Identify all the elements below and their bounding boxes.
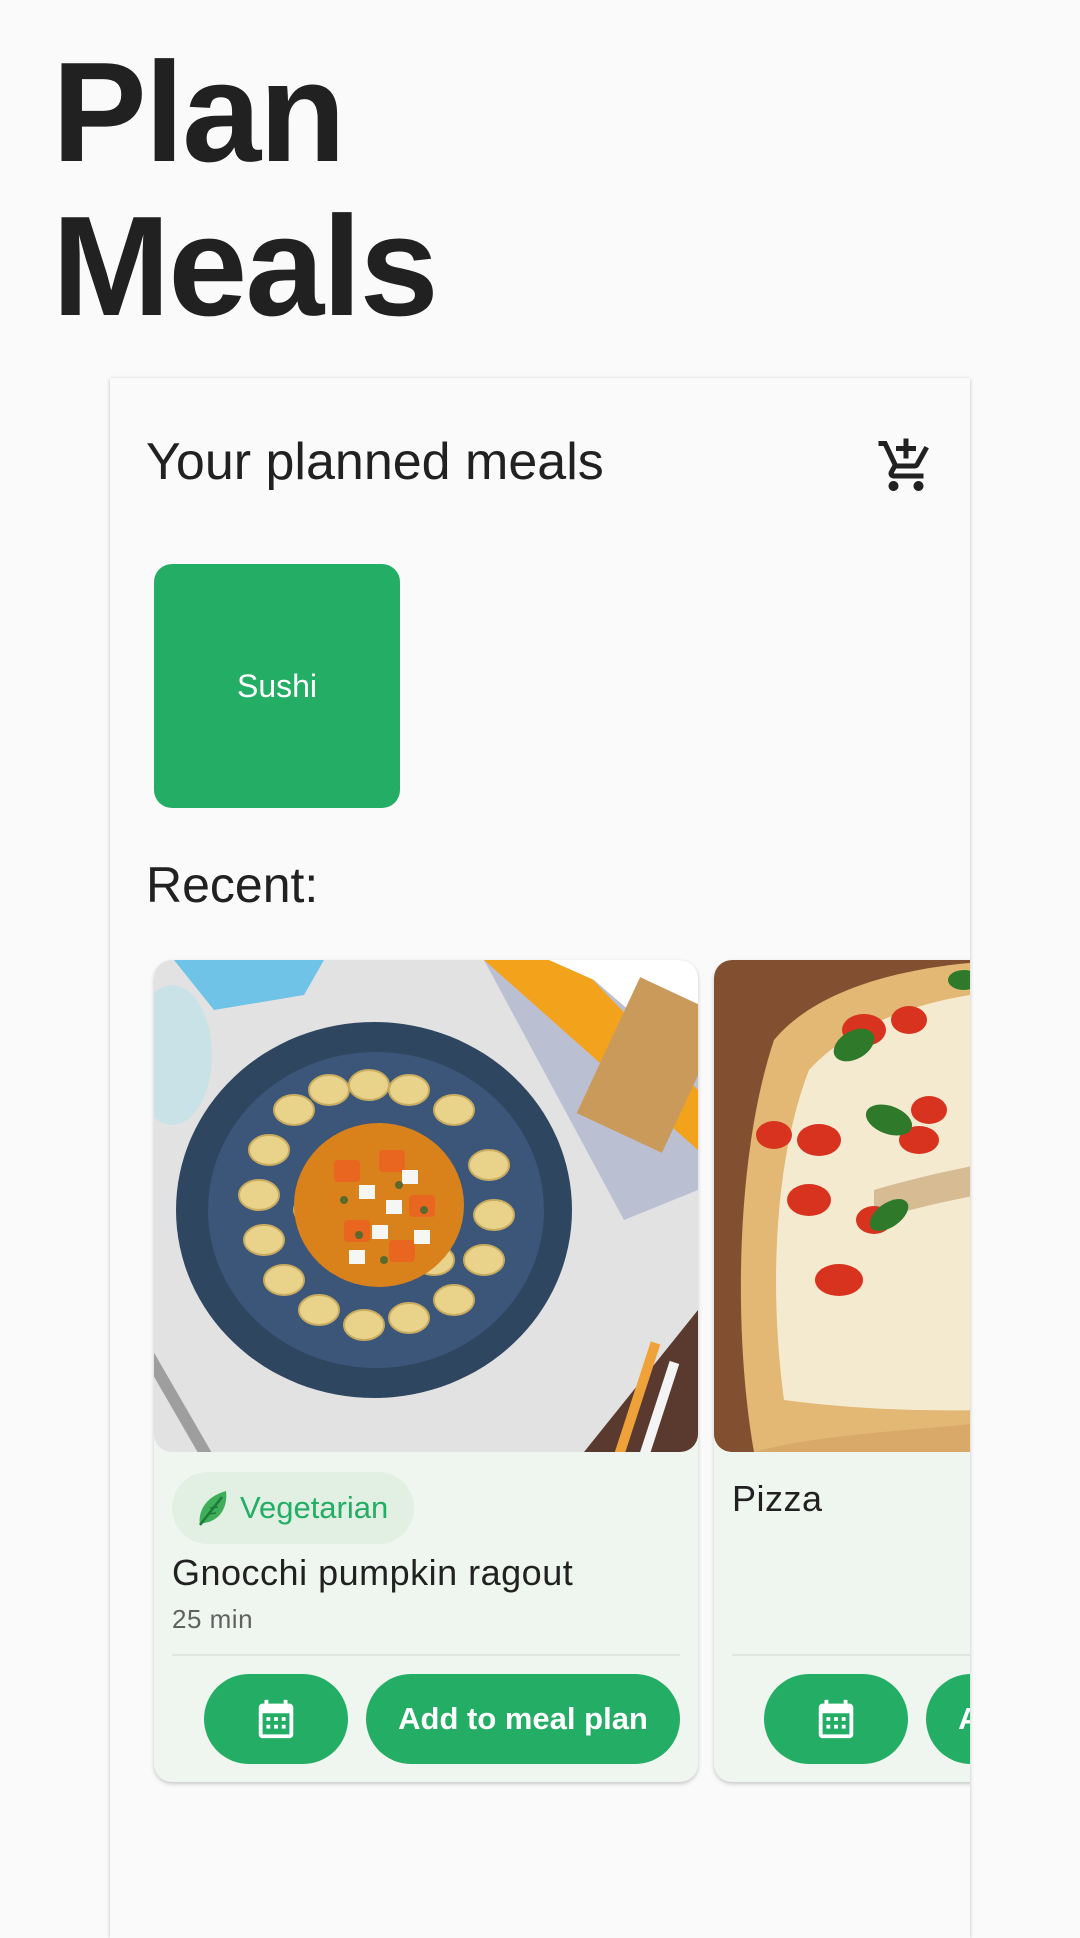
planned-meal-label: Sushi	[236, 667, 318, 704]
meal-plan-panel: Your planned meals Sushi Recent: Vegetar…	[110, 378, 970, 1938]
card-divider	[172, 1654, 680, 1656]
calendar-icon	[818, 1699, 854, 1739]
recipe-image-pizza	[714, 960, 970, 1452]
page-title-line-1: Plan	[52, 33, 346, 192]
add-to-meal-plan-button[interactable]: Add to meal plan	[926, 1674, 970, 1764]
schedule-button[interactable]	[204, 1674, 348, 1764]
recipe-card-pizza[interactable]: Pizza Add to meal plan	[714, 960, 970, 1782]
page-title-line-2: Meals	[52, 187, 439, 346]
recent-label: Recent:	[146, 857, 319, 913]
recipe-card-gnocchi[interactable]: Vegetarian Gnocchi pumpkin ragout 25 min…	[154, 960, 698, 1782]
add-to-meal-plan-button[interactable]: Add to meal plan	[366, 1674, 680, 1764]
card-divider	[732, 1654, 970, 1656]
add-shopping-cart-button[interactable]	[876, 436, 936, 496]
page-title: Plan Meals	[52, 33, 439, 346]
vegetarian-tag: Vegetarian	[172, 1472, 415, 1544]
leaf-icon	[199, 1491, 227, 1526]
planned-meals-title: Your planned meals	[146, 433, 604, 491]
schedule-button[interactable]	[764, 1674, 908, 1764]
tag-label: Vegetarian	[240, 1490, 389, 1525]
recipe-image-gnocchi	[154, 960, 698, 1452]
calendar-icon	[258, 1699, 294, 1739]
recipe-name: Gnocchi pumpkin ragout	[172, 1552, 574, 1593]
add-shopping-cart-icon	[878, 438, 929, 491]
recipe-time: 25 min	[172, 1604, 254, 1634]
recipe-name: Pizza	[732, 1478, 823, 1519]
planned-meal-tile-sushi[interactable]: Sushi	[154, 564, 400, 808]
